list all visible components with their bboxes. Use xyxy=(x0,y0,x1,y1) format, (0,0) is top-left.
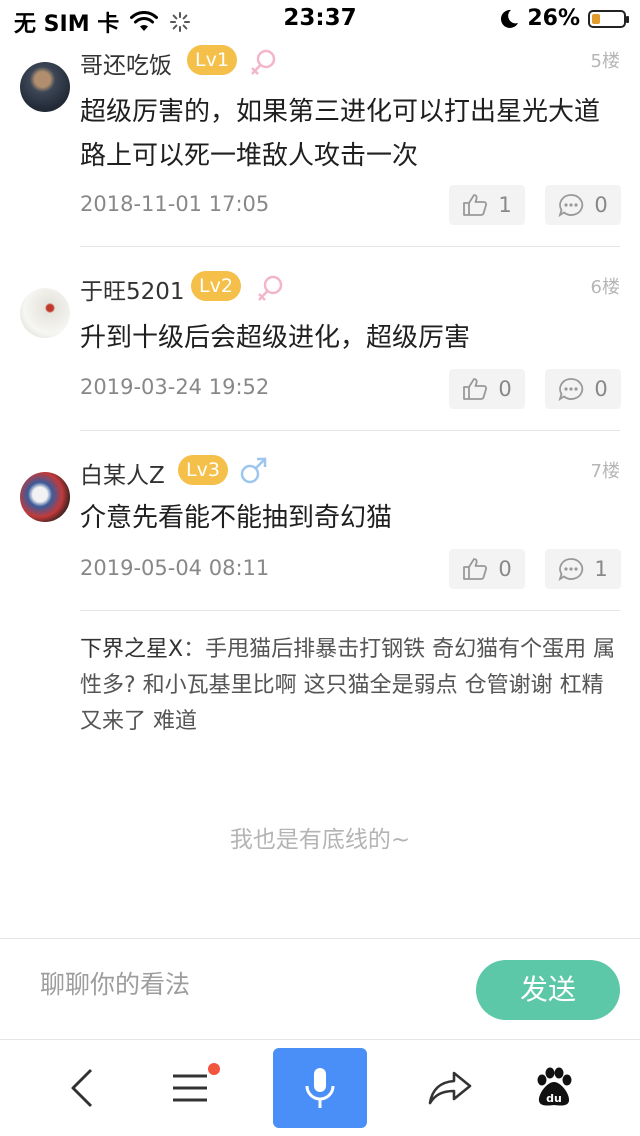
username[interactable]: 于旺5201 xyxy=(80,272,185,306)
floor-number: 6楼 xyxy=(590,277,620,298)
baidu-paw-icon: du xyxy=(537,1067,572,1106)
female-icon xyxy=(251,49,276,75)
end-of-list-text: 我也是有底线的~ xyxy=(229,827,411,853)
menu-icon xyxy=(173,1074,207,1102)
avatar[interactable] xyxy=(20,62,70,112)
comment-bubble-icon xyxy=(558,194,584,217)
voice-button[interactable] xyxy=(273,1048,367,1128)
thumbs-up-icon xyxy=(463,558,488,580)
comment-date: 2019-05-04 08:11 xyxy=(80,556,270,580)
divider xyxy=(80,246,620,247)
level-badge: Lv1 xyxy=(187,45,237,75)
status-bar: 无 SIM 卡 23:37 26% xyxy=(0,0,640,40)
comment-bubble-icon xyxy=(558,378,584,401)
sub-reply[interactable]: 下界之星X：手甩猫后排暴击打钢铁 奇幻猫有个蛋用 属性多? 和小瓦基里比啊 这只… xyxy=(80,632,620,740)
level-badge: Lv2 xyxy=(191,271,241,301)
reply-button[interactable]: 1 xyxy=(545,549,621,589)
floor-number: 5楼 xyxy=(590,51,620,72)
comment-input[interactable]: 聊聊你的看法 xyxy=(40,965,190,1001)
thumbs-up-icon xyxy=(463,194,488,216)
avatar[interactable] xyxy=(20,288,70,338)
comment-bubble-icon xyxy=(558,558,584,581)
female-icon xyxy=(258,275,283,301)
sub-reply-author[interactable]: 下界之星X xyxy=(80,637,183,662)
floor-number: 7楼 xyxy=(590,461,620,482)
thumbs-up-icon xyxy=(463,378,488,400)
microphone-icon xyxy=(305,1068,335,1108)
comment-text: 升到十级后会超级进化，超级厉害 xyxy=(80,323,471,353)
reply-count: 1 xyxy=(594,557,608,581)
comment-input-bar: 聊聊你的看法 发送 xyxy=(0,938,640,1040)
level-badge: Lv3 xyxy=(178,455,228,485)
baidu-button[interactable]: du xyxy=(522,1040,586,1136)
share-icon xyxy=(428,1071,472,1105)
moon-icon xyxy=(501,9,519,28)
battery-icon xyxy=(588,9,629,28)
reply-button[interactable]: 0 xyxy=(545,369,621,409)
divider xyxy=(80,430,620,431)
notification-dot xyxy=(208,1063,220,1075)
divider xyxy=(80,610,620,611)
reply-count: 0 xyxy=(594,193,608,217)
bottom-nav: du xyxy=(0,1040,640,1136)
menu-button[interactable] xyxy=(158,1040,222,1136)
back-icon xyxy=(71,1068,93,1108)
like-button[interactable]: 0 xyxy=(449,549,525,589)
share-button[interactable] xyxy=(418,1040,482,1136)
comment-date: 2019-03-24 19:52 xyxy=(80,375,270,399)
comment-text: 介意先看能不能抽到奇幻猫 xyxy=(80,503,393,533)
username[interactable]: 白某人Z xyxy=(80,456,165,490)
like-count: 1 xyxy=(498,193,512,217)
back-button[interactable] xyxy=(50,1040,114,1136)
comment-text: 超级厉害的，如果第三进化可以打出星光大道路上可以死一堆敌人攻击一次 xyxy=(80,97,601,171)
like-count: 0 xyxy=(498,377,512,401)
username[interactable]: 哥还吃饭 xyxy=(80,46,172,80)
male-icon xyxy=(240,457,267,484)
battery-percent: 26% xyxy=(527,6,580,31)
comment-date: 2018-11-01 17:05 xyxy=(80,192,270,216)
avatar[interactable] xyxy=(20,472,70,522)
reply-count: 0 xyxy=(594,377,608,401)
like-button[interactable]: 1 xyxy=(449,185,525,225)
like-button[interactable]: 0 xyxy=(449,369,525,409)
reply-button[interactable]: 0 xyxy=(545,185,621,225)
like-count: 0 xyxy=(498,557,512,581)
send-button[interactable]: 发送 xyxy=(476,960,620,1020)
svg-text:du: du xyxy=(546,1092,562,1105)
